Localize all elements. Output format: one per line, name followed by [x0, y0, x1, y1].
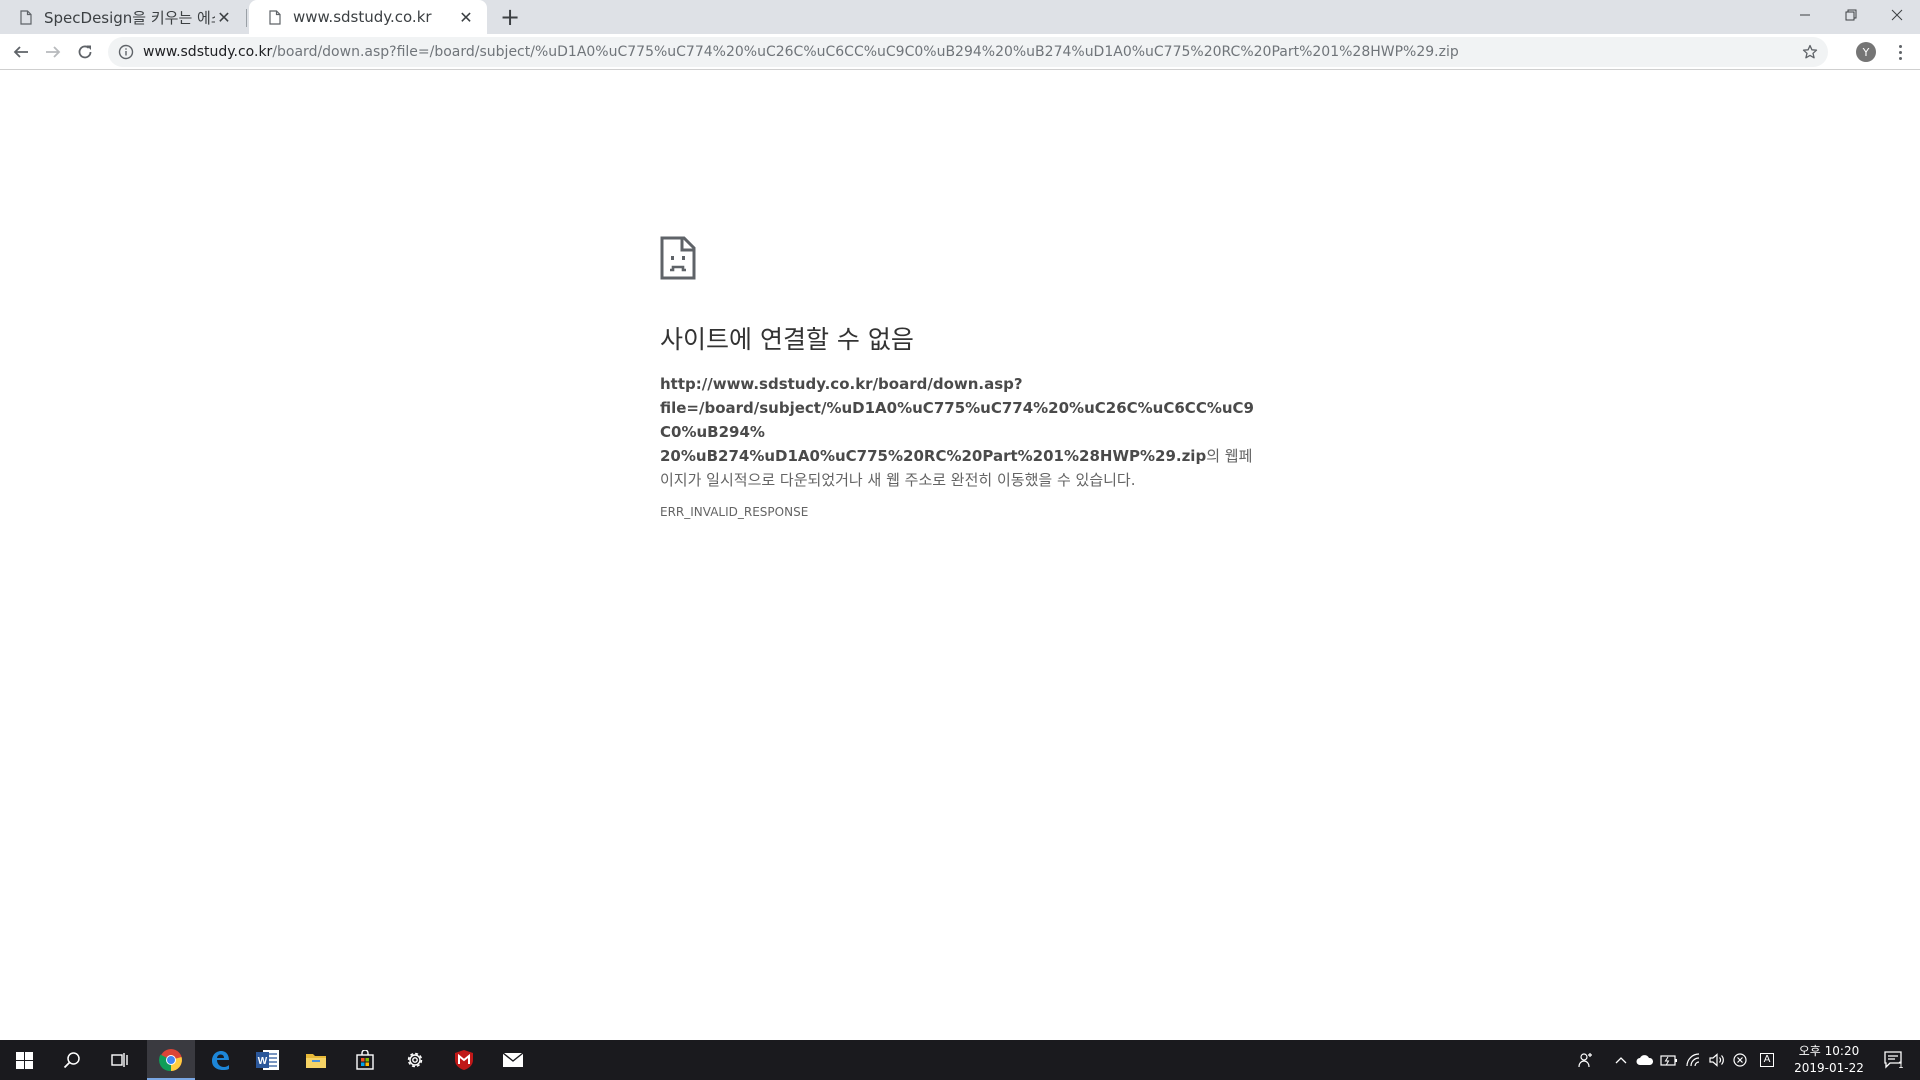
taskbar-mcafee[interactable]: [440, 1040, 488, 1080]
chevron-up-icon: [1615, 1057, 1627, 1064]
volume-button[interactable]: [1706, 1040, 1728, 1080]
settings-icon: [407, 1052, 423, 1068]
error-url-line-3: 20%uB274%uD1A0%uC775%20RC%20Part%201%28H…: [660, 447, 1207, 465]
restore-icon: [1845, 9, 1857, 21]
profile-avatar[interactable]: Y: [1856, 42, 1876, 62]
task-view-icon: [111, 1053, 128, 1067]
people-button[interactable]: [1574, 1040, 1598, 1080]
show-hidden-icons-button[interactable]: [1612, 1040, 1630, 1080]
more-menu-icon[interactable]: [1892, 42, 1908, 62]
page-icon: [20, 9, 32, 25]
taskbar-edge[interactable]: [196, 1040, 244, 1080]
clock-date: 2019-01-22: [1794, 1061, 1864, 1075]
tab-title: SpecDesign을 키우는 에스디: [44, 8, 215, 27]
reload-icon: [78, 45, 92, 59]
security-status-button[interactable]: [1729, 1040, 1751, 1080]
file-explorer-icon: [306, 1054, 326, 1068]
people-icon: [1578, 1053, 1592, 1068]
close-tab-icon[interactable]: ✕: [457, 8, 475, 27]
task-view-button[interactable]: [96, 1040, 144, 1080]
search-icon: [63, 1052, 80, 1069]
page-icon: [269, 9, 281, 25]
bookmark-star-icon[interactable]: [1802, 44, 1818, 60]
mcafee-icon: [455, 1050, 473, 1070]
edge-icon: [212, 1051, 229, 1070]
taskbar-store[interactable]: [341, 1040, 389, 1080]
back-arrow-icon: [13, 46, 28, 58]
onedrive-icon: [1636, 1055, 1654, 1065]
error-url-line-1: http://www.sdstudy.co.kr/board/down.asp?: [660, 375, 1023, 393]
forward-arrow-icon: [46, 46, 61, 58]
reload-button[interactable]: [71, 38, 99, 66]
url-path: /board/down.asp?file=/board/subject/%uD1…: [272, 44, 1459, 60]
url-text: www.sdstudy.co.kr/board/down.asp?file=/b…: [143, 44, 1459, 60]
taskbar-chrome[interactable]: [147, 1040, 195, 1080]
taskbar-settings[interactable]: [391, 1040, 439, 1080]
close-tab-icon[interactable]: ✕: [215, 8, 233, 27]
error-title: 사이트에 연결할 수 없음: [660, 325, 914, 354]
volume-icon: [1709, 1053, 1724, 1067]
clock-time: 오후 10:20: [1798, 1044, 1860, 1058]
onedrive-button[interactable]: [1634, 1040, 1656, 1080]
error-description: http://www.sdstudy.co.kr/board/down.asp?…: [660, 372, 1260, 492]
start-button[interactable]: [0, 1040, 48, 1080]
forward-button[interactable]: [39, 38, 67, 66]
taskbar-word[interactable]: W: [244, 1040, 292, 1080]
wifi-icon: [1686, 1053, 1700, 1067]
search-button[interactable]: [48, 1040, 96, 1080]
windows-taskbar: W A 오후 10:20 2019-01-22 1: [0, 1040, 1920, 1080]
taskbar-file-explorer[interactable]: [292, 1040, 340, 1080]
action-center-button[interactable]: 1: [1876, 1040, 1912, 1080]
start-icon: [15, 1051, 33, 1069]
tab-strip: SpecDesign을 키우는 에스디 ✕ www.sdstudy.co.kr …: [0, 0, 1920, 34]
sad-page-icon: [660, 236, 696, 280]
notification-count: 1: [1898, 1061, 1904, 1071]
info-icon[interactable]: [118, 44, 134, 60]
battery-icon: [1660, 1055, 1677, 1066]
error-url-line-2: file=/board/subject/%uD1A0%uC775%uC774%2…: [660, 399, 1254, 441]
chrome-icon: [159, 1049, 182, 1072]
error-code: ERR_INVALID_RESPONSE: [660, 505, 809, 519]
url-host: www.sdstudy.co.kr: [143, 44, 273, 60]
ime-button[interactable]: A: [1756, 1040, 1778, 1080]
close-circle-icon: [1733, 1053, 1747, 1067]
system-clock[interactable]: 오후 10:20 2019-01-22: [1784, 1043, 1874, 1077]
taskbar-mail[interactable]: [489, 1040, 537, 1080]
mail-icon: [502, 1052, 524, 1067]
close-icon: [1891, 9, 1903, 21]
restore-button[interactable]: [1828, 0, 1874, 30]
error-page: 사이트에 연결할 수 없음 http://www.sdstudy.co.kr/b…: [660, 236, 1260, 519]
back-button[interactable]: [7, 38, 35, 66]
minimize-button[interactable]: [1782, 0, 1828, 30]
address-bar[interactable]: www.sdstudy.co.kr/board/down.asp?file=/b…: [108, 37, 1828, 67]
tab-specdesign[interactable]: SpecDesign을 키우는 에스디 ✕: [0, 0, 245, 34]
ime-icon: A: [1760, 1053, 1774, 1067]
new-tab-button[interactable]: +: [496, 3, 524, 31]
store-icon: [356, 1050, 374, 1070]
svg-text:W: W: [258, 1056, 268, 1067]
tab-title: www.sdstudy.co.kr: [293, 8, 432, 26]
browser-toolbar: www.sdstudy.co.kr/board/down.asp?file=/b…: [0, 34, 1920, 70]
network-button[interactable]: [1683, 1040, 1705, 1080]
close-window-button[interactable]: [1874, 0, 1920, 30]
word-icon: W: [256, 1050, 279, 1070]
minimize-icon: [1800, 14, 1810, 16]
tab-divider: [246, 9, 247, 27]
battery-button[interactable]: [1658, 1040, 1680, 1080]
tab-sdstudy[interactable]: www.sdstudy.co.kr ✕: [249, 0, 487, 34]
